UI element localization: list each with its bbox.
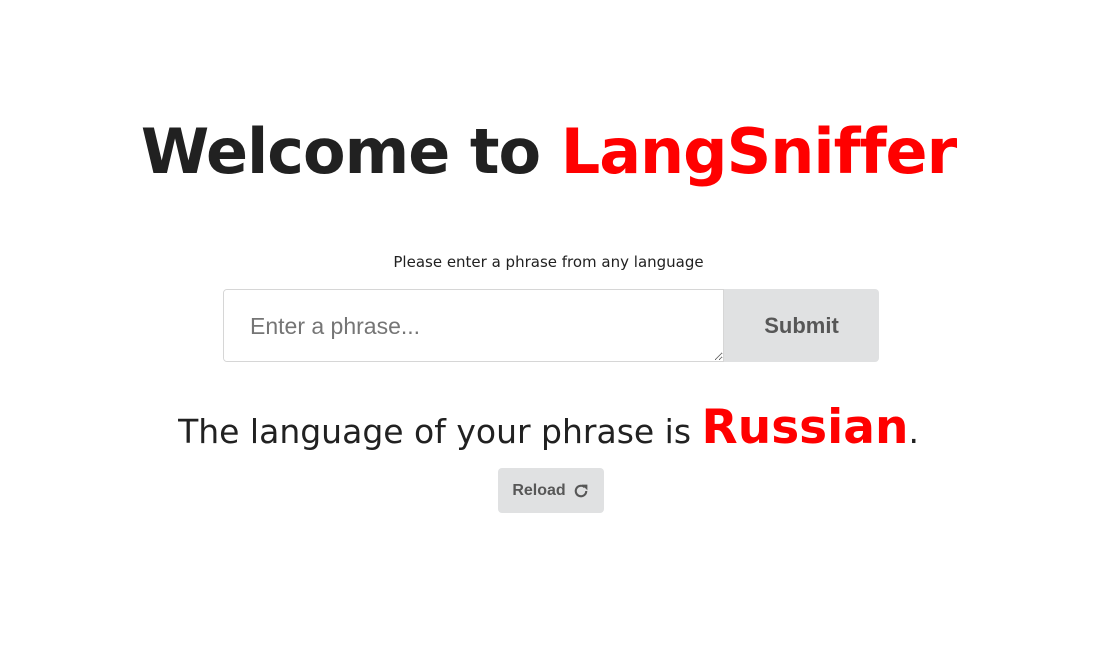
result-suffix: . — [908, 412, 919, 451]
reload-label: Reload — [512, 481, 566, 499]
phrase-input[interactable] — [223, 289, 724, 362]
reload-icon — [574, 484, 588, 497]
reload-button[interactable]: Reload — [498, 468, 604, 513]
result-text: The language of your phrase is Russian. — [0, 398, 1097, 462]
page: Welcome to LangSniffer Please enter a ph… — [0, 0, 1097, 649]
result-prefix: The language of your phrase is — [178, 412, 702, 451]
brand-name: LangSniffer — [560, 115, 957, 188]
page-title: Welcome to LangSniffer — [0, 110, 1097, 194]
title-prefix: Welcome to — [140, 115, 561, 188]
phrase-form: Submit — [223, 289, 879, 362]
submit-button[interactable]: Submit — [724, 289, 879, 362]
detected-language: Russian — [701, 400, 909, 455]
input-prompt: Please enter a phrase from any language — [393, 253, 704, 271]
